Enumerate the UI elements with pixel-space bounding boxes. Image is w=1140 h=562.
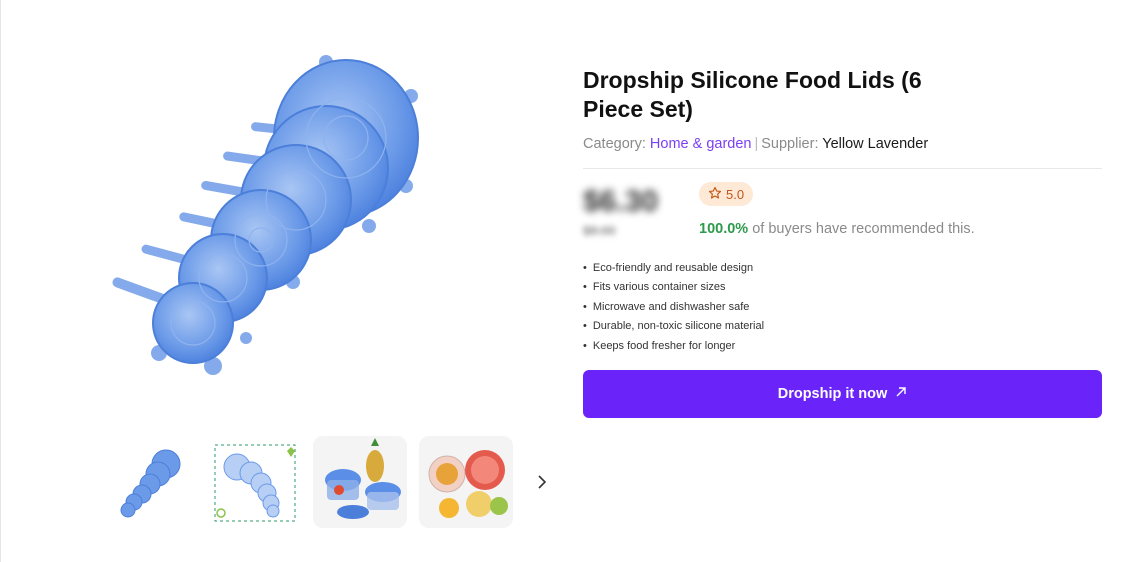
thumbnail-lids-stacked[interactable] [101,436,195,528]
recommend-suffix: of buyers have recommended this. [748,221,975,237]
thumbnail-strip [101,436,555,528]
thumbnail-lids-on-fruit[interactable] [419,436,513,528]
main-product-image [101,48,441,388]
product-page: Dropship Silicone Food Lids (6 Piece Set… [0,0,1140,562]
feature-item: Eco-friendly and reusable design [583,259,1103,278]
rating-badge: 5.0 [699,182,754,206]
star-icon [708,186,722,203]
thumbnail-lids-on-containers[interactable] [313,436,407,528]
product-info: Dropship Silicone Food Lids (6 Piece Set… [583,66,1103,419]
product-old-price: $8.00 [583,223,616,238]
chevron-right-icon[interactable] [529,469,555,495]
feature-item: Fits various container sizes [583,278,1103,297]
price-section: $6.30 $8.00 5.0 100.0% of buyers have re… [583,179,1103,253]
thumbnail-lids-outline[interactable] [207,436,301,528]
product-title: Dropship Silicone Food Lids (6 Piece Set… [583,67,922,122]
dropship-now-button[interactable]: Dropship it now [583,370,1102,419]
supplier-name: Yellow Lavender [822,136,929,152]
recommend-percent: 100.0% [699,221,749,237]
rating-value: 5.0 [726,186,745,202]
feature-item: Durable, non-toxic silicone material [583,317,1103,336]
product-meta: Category: Home & garden | Supplier: Yellow… [583,136,1103,152]
category-link[interactable]: Home & garden [650,136,752,152]
product-price: $6.30 [583,185,659,218]
feature-item: Keeps food fresher for longer [583,337,1103,356]
divider [583,168,1102,169]
feature-item: Microwave and dishwasher safe [583,298,1103,317]
recommendation-text: 100.0% of buyers have recommended this. [699,221,975,237]
feature-list: Eco-friendly and reusable design Fits va… [583,259,1103,356]
category-label: Category: [583,136,646,152]
meta-separator: | [754,136,759,152]
supplier-label: Supplier: [761,136,819,152]
cta-label: Dropship it now [777,386,888,403]
arrow-up-right-icon [895,386,907,402]
